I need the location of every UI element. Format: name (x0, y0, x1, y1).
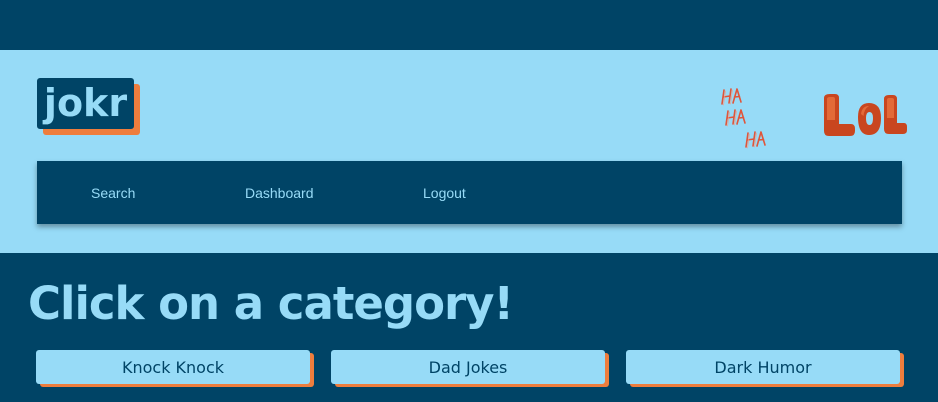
category-button-knock-knock[interactable]: Knock Knock (36, 350, 310, 384)
main-nav: Search Dashboard Logout (37, 161, 902, 224)
lol-sticker (824, 94, 907, 136)
nav-logout-link[interactable]: Logout (423, 161, 466, 224)
nav-dashboard-link[interactable]: Dashboard (245, 161, 314, 224)
top-band (0, 0, 938, 50)
category-button-dark-humor[interactable]: Dark Humor (626, 350, 900, 384)
logo[interactable]: jokr (37, 78, 141, 136)
logo-text: jokr (37, 78, 134, 129)
header: jokr Search Dashboard Logout (0, 50, 938, 253)
category-button-dad-jokes[interactable]: Dad Jokes (331, 350, 605, 384)
haha-sticker (721, 88, 766, 149)
page-title: Click on a category! (28, 277, 514, 330)
nav-search-link[interactable]: Search (91, 161, 135, 224)
